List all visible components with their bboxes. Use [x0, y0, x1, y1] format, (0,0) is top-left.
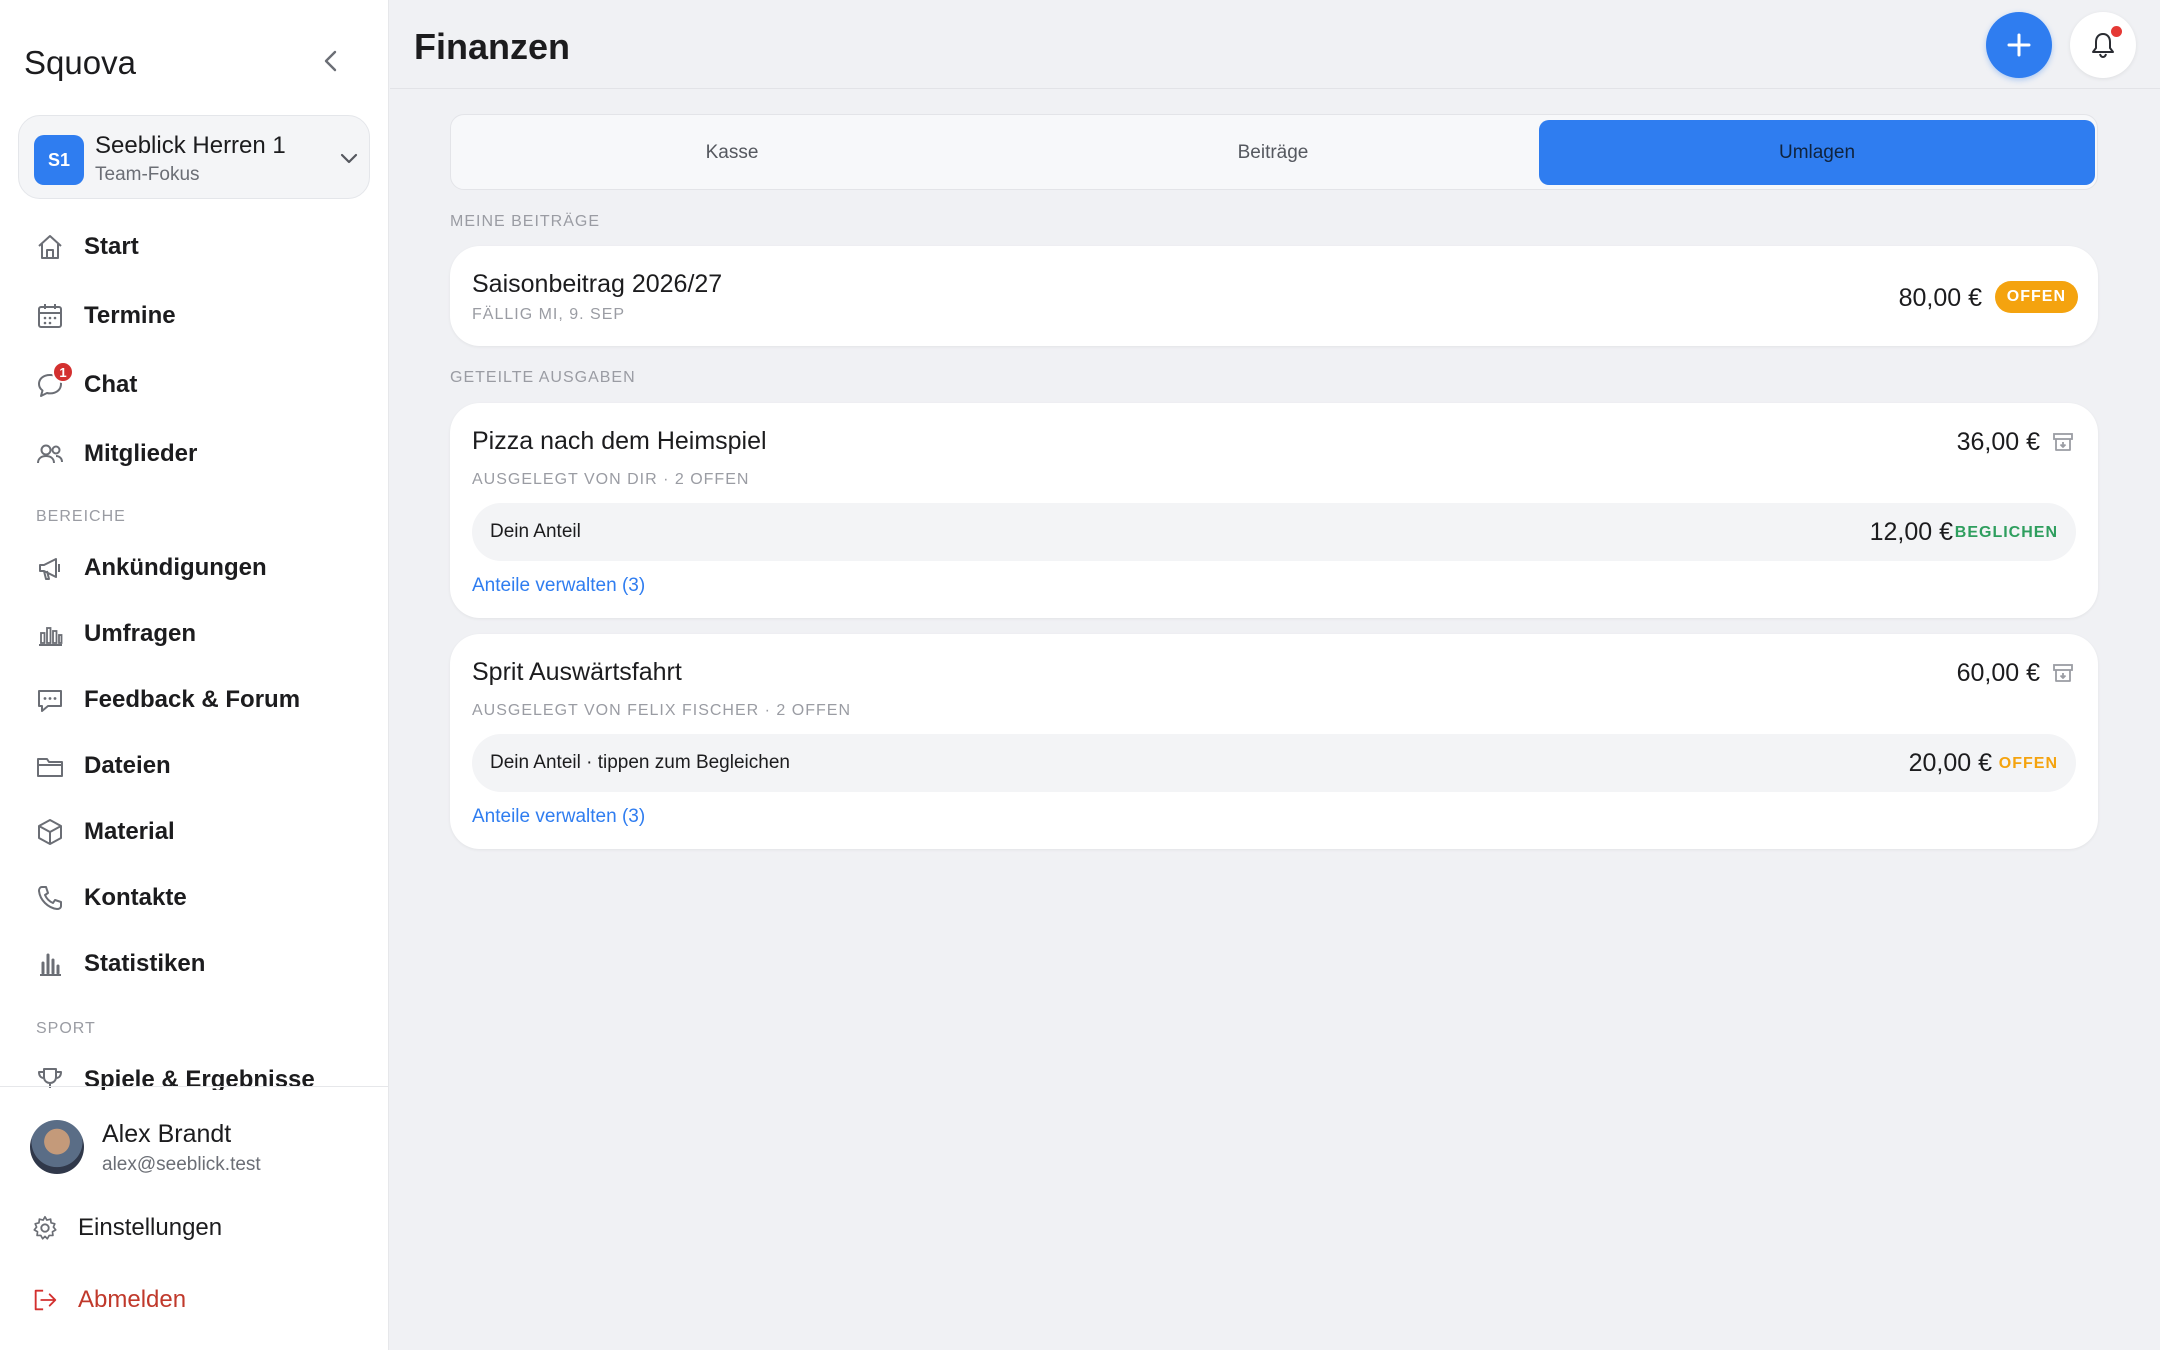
comment-icon [32, 682, 68, 718]
divider [0, 1086, 389, 1087]
chat-icon: 1 [32, 361, 74, 403]
sidebar-item-ankuendigungen[interactable]: Ankündigungen [32, 546, 372, 590]
brand-logo: Squova [24, 44, 136, 81]
users-icon [32, 436, 68, 472]
archive-icon [2053, 433, 2073, 451]
section-label-geteilte-ausgaben: GETEILTE AUSGABEN [450, 369, 636, 386]
expense-amount: 60,00 € [1956, 659, 2040, 687]
sidebar-item-umfragen[interactable]: Umfragen [32, 612, 372, 656]
notifications-button[interactable] [2070, 12, 2136, 78]
tab-kasse[interactable]: Kasse [454, 120, 1010, 185]
manage-shares-link[interactable]: Anteile verwalten (3) [472, 575, 645, 597]
share-label: Dein Anteil [490, 521, 581, 542]
tab-umlagen[interactable]: Umlagen [1539, 120, 2095, 185]
contribution-due-date: FÄLLIG MI, 9. SEP [472, 306, 626, 323]
sidebar-item-label: Start [84, 233, 139, 260]
expense-meta: AUSGELEGT VON FELIX FISCHER · 2 OFFEN [472, 702, 851, 719]
notification-dot [2111, 26, 2122, 37]
logout-icon [30, 1285, 60, 1315]
folder-icon [32, 748, 68, 784]
share-status: BEGLICHEN [1954, 524, 2058, 541]
chat-unread-badge: 1 [52, 361, 74, 383]
section-header-sport: SPORT [36, 1020, 96, 1037]
calendar-icon [32, 298, 68, 334]
manage-shares-link[interactable]: Anteile verwalten (3) [472, 806, 645, 828]
sidebar-item-label: Dateien [84, 752, 171, 779]
share-amount: 12,00 € [1869, 518, 1953, 546]
settings-link[interactable]: Einstellungen [30, 1208, 222, 1248]
sidebar-item-label: Material [84, 818, 175, 845]
sidebar-item-dateien[interactable]: Dateien [32, 744, 372, 788]
chevron-left-icon [324, 50, 337, 72]
sidebar-item-label: Termine [84, 302, 176, 329]
sidebar-item-label: Ankündigungen [84, 554, 267, 581]
collapse-sidebar-button[interactable] [316, 46, 346, 76]
user-email: alex@seeblick.test [102, 1154, 261, 1175]
share-row[interactable]: Dein Anteil 12,00 € BEGLICHEN [472, 503, 2076, 561]
sidebar-item-material[interactable]: Material [32, 810, 372, 854]
add-button[interactable] [1986, 12, 2052, 78]
sidebar-item-label: Mitglieder [84, 440, 198, 467]
sidebar-item-termine[interactable]: Termine [32, 294, 372, 338]
contribution-amount: 80,00 € [1898, 284, 1982, 312]
archive-button[interactable] [2050, 660, 2076, 686]
expense-amount: 36,00 € [1956, 428, 2040, 456]
page-title: Finanzen [414, 26, 571, 67]
contribution-title: Saisonbeitrag 2026/27 [472, 270, 723, 298]
bar-chart-icon [32, 616, 68, 652]
section-label-meine-beitraege: MEINE BEITRÄGE [450, 213, 601, 230]
sidebar: Squova S1 Seeblick Herren 1 Team-Fokus S… [0, 0, 389, 1350]
share-status: OFFEN [1998, 755, 2058, 772]
expense-card: Sprit Auswärtsfahrt 60,00 € AUSGELEGT VO… [450, 634, 2098, 849]
status-badge: OFFEN [1994, 281, 2078, 313]
plus-icon [2007, 33, 2031, 57]
sidebar-item-label: Kontakte [84, 884, 187, 911]
share-row[interactable]: Dein Anteil · tippen zum Begleichen 20,0… [472, 734, 2076, 792]
megaphone-icon [32, 550, 68, 586]
expense-meta: AUSGELEGT VON DIR · 2 OFFEN [472, 471, 750, 488]
sidebar-item-label: Umfragen [84, 620, 197, 647]
home-icon [32, 229, 68, 265]
stats-icon [32, 946, 68, 982]
finance-tabs: Kasse Beiträge Umlagen [450, 114, 2098, 190]
settings-label: Einstellungen [78, 1214, 223, 1241]
sidebar-item-mitglieder[interactable]: Mitglieder [32, 432, 372, 476]
sidebar-item-label: Statistiken [84, 950, 206, 977]
archive-icon [2053, 664, 2073, 682]
logout-label: Abmelden [78, 1286, 187, 1313]
share-label: Dein Anteil · tippen zum Begleichen [490, 752, 790, 773]
avatar[interactable] [30, 1120, 84, 1174]
sidebar-item-label: Chat [84, 371, 138, 398]
expense-title: Pizza nach dem Heimspiel [472, 427, 767, 455]
sidebar-item-feedback-forum[interactable]: Feedback & Forum [32, 678, 372, 722]
sidebar-item-label: Feedback & Forum [84, 686, 301, 713]
team-subtitle: Team-Fokus [95, 164, 200, 185]
sidebar-nav: Start Termine 1 Chat Mitglieder BEREICHE… [0, 220, 389, 1090]
team-badge: S1 [34, 135, 84, 185]
team-switcher[interactable]: S1 Seeblick Herren 1 Team-Fokus [18, 115, 370, 199]
chevron-down-icon [335, 144, 363, 172]
share-amount: 20,00 € [1908, 749, 1992, 777]
user-name: Alex Brandt [102, 1120, 232, 1148]
tab-beitraege[interactable]: Beiträge [995, 120, 1551, 185]
logout-link[interactable]: Abmelden [30, 1280, 186, 1320]
sidebar-item-chat[interactable]: 1 Chat [32, 361, 372, 407]
sidebar-item-statistiken[interactable]: Statistiken [32, 942, 372, 986]
section-header-bereiche: BEREICHE [36, 508, 126, 525]
topbar: Finanzen [390, 0, 2160, 89]
gear-icon [30, 1213, 60, 1243]
expense-card: Pizza nach dem Heimspiel 36,00 € AUSGELE… [450, 403, 2098, 618]
contribution-card[interactable]: Saisonbeitrag 2026/27 FÄLLIG MI, 9. SEP … [450, 246, 2098, 346]
phone-icon [32, 880, 68, 916]
box-icon [32, 814, 68, 850]
expense-title: Sprit Auswärtsfahrt [472, 658, 682, 686]
archive-button[interactable] [2050, 429, 2076, 455]
sidebar-item-start[interactable]: Start [32, 225, 372, 269]
team-name: Seeblick Herren 1 [95, 132, 286, 159]
sidebar-item-kontakte[interactable]: Kontakte [32, 876, 372, 920]
